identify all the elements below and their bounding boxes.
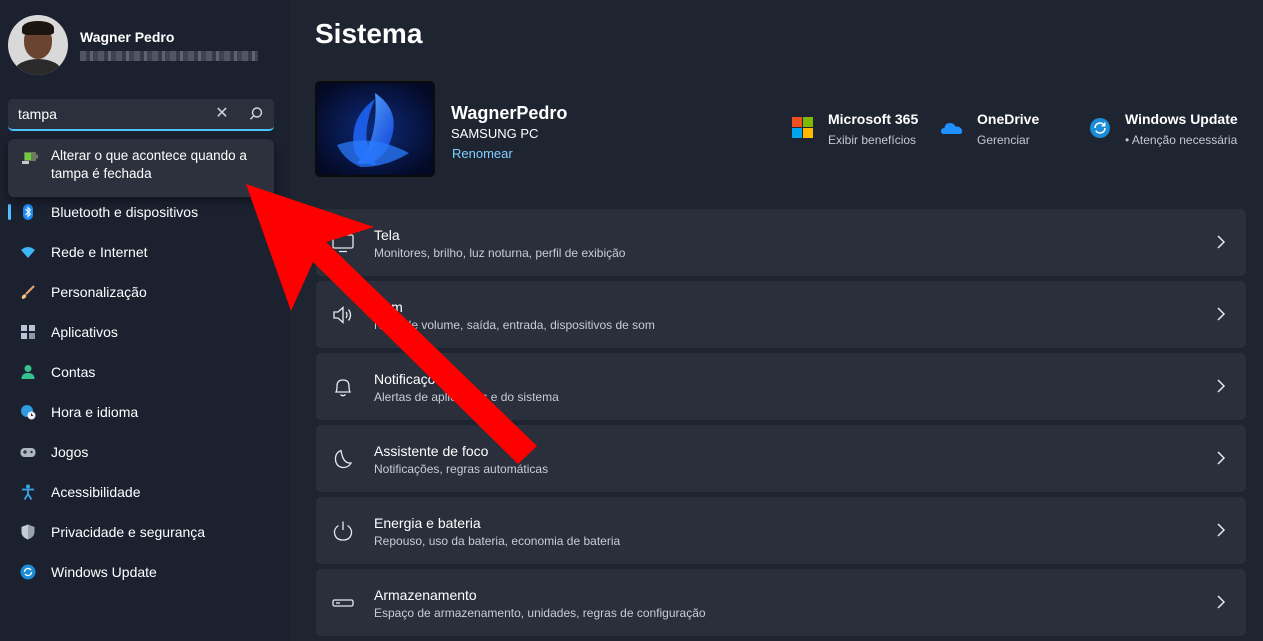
bell-icon: [332, 376, 354, 398]
quick-link-subtitle: • Atenção necessária: [1125, 133, 1238, 147]
settings-card-power-battery[interactable]: Energia e bateria Repouso, uso da bateri…: [316, 497, 1246, 564]
search-icon[interactable]: [246, 104, 266, 124]
card-title: Armazenamento: [374, 587, 477, 603]
card-subtitle: Repouso, uso da bateria, economia de bat…: [374, 534, 621, 548]
sidebar-item-label: Rede e Internet: [51, 244, 148, 260]
device-name: WagnerPedro: [451, 103, 568, 123]
sidebar-item-accessibility[interactable]: Acessibilidade: [8, 472, 282, 512]
rename-link[interactable]: Renomear: [452, 146, 513, 161]
card-subtitle: Nível de volume, saída, entrada, disposi…: [374, 318, 655, 332]
sidebar: Wagner Pedro ✕ Alterar o que acontece qu…: [0, 0, 290, 641]
cloud-icon: [941, 117, 963, 139]
quick-link-title: Windows Update: [1125, 111, 1238, 127]
quick-link-subtitle: Exibir benefícios: [828, 133, 917, 147]
power-icon: [332, 520, 354, 542]
sidebar-nav: Bluetooth e dispositivos Rede e Internet…: [8, 192, 282, 592]
chevron-right-icon: [1216, 523, 1226, 537]
search-input[interactable]: [8, 99, 218, 129]
profile-name: Wagner Pedro: [80, 29, 175, 45]
monitor-icon: [332, 232, 354, 254]
sidebar-item-network[interactable]: Rede e Internet: [8, 232, 282, 272]
sidebar-item-label: Aplicativos: [51, 324, 118, 340]
user-profile[interactable]: Wagner Pedro: [8, 15, 258, 75]
bluetooth-icon: [20, 204, 36, 220]
card-title: Tela: [374, 227, 400, 243]
microsoft-logo-icon: [792, 117, 814, 139]
person-icon: [20, 364, 36, 380]
wifi-icon: [20, 244, 36, 260]
close-icon[interactable]: ✕: [213, 105, 231, 123]
chevron-right-icon: [1216, 379, 1226, 393]
settings-card-focus-assist[interactable]: Assistente de foco Notificações, regras …: [316, 425, 1246, 492]
chevron-right-icon: [1216, 307, 1226, 321]
card-subtitle: Monitores, brilho, luz noturna, perfil d…: [374, 246, 626, 260]
sidebar-item-label: Contas: [51, 364, 96, 380]
card-subtitle: Notificações, regras automáticas: [374, 462, 549, 476]
sidebar-item-apps[interactable]: Aplicativos: [8, 312, 282, 352]
battery-settings-icon: [22, 148, 40, 166]
search-suggestion[interactable]: Alterar o que acontece quando a tampa é …: [8, 139, 274, 197]
card-subtitle: Espaço de armazenamento, unidades, regra…: [374, 606, 706, 620]
avatar: [8, 15, 68, 75]
quick-link-title: OneDrive: [977, 111, 1040, 127]
device-model: SAMSUNG PC: [451, 126, 539, 141]
sidebar-item-time-language[interactable]: Hora e idioma: [8, 392, 282, 432]
card-subtitle: Alertas de aplicativos e do sistema: [374, 390, 559, 404]
quick-link-microsoft365[interactable]: Microsoft 365 Exibir benefícios: [792, 111, 918, 147]
sidebar-item-gaming[interactable]: Jogos: [8, 432, 282, 472]
chevron-right-icon: [1216, 451, 1226, 465]
sidebar-item-privacy[interactable]: Privacidade e segurança: [8, 512, 282, 552]
card-title: Notificações: [374, 371, 451, 387]
suggestion-label: Alterar o que acontece quando a tampa é …: [51, 148, 247, 181]
chevron-right-icon: [1216, 595, 1226, 609]
quick-link-onedrive[interactable]: OneDrive Gerenciar: [941, 111, 1039, 147]
update-icon: [1089, 117, 1111, 139]
speaker-icon: [332, 304, 354, 326]
moon-icon: [332, 448, 354, 470]
sidebar-item-label: Personalização: [51, 284, 147, 300]
sidebar-item-personalization[interactable]: Personalização: [8, 272, 282, 312]
card-title: Energia e bateria: [374, 515, 481, 531]
accessibility-icon: [20, 484, 36, 500]
page-title: Sistema: [315, 18, 423, 49]
sidebar-item-label: Hora e idioma: [51, 404, 139, 420]
settings-card-display[interactable]: Tela Monitores, brilho, luz noturna, per…: [316, 209, 1246, 276]
sidebar-item-label: Windows Update: [51, 564, 157, 580]
selection-indicator: [8, 204, 11, 220]
sidebar-item-label: Bluetooth e dispositivos: [51, 204, 199, 220]
search-box: ✕: [8, 99, 274, 131]
chevron-right-icon: [1216, 235, 1226, 249]
settings-card-storage[interactable]: Armazenamento Espaço de armazenamento, u…: [316, 569, 1246, 636]
sidebar-item-accounts[interactable]: Contas: [8, 352, 282, 392]
shield-icon: [20, 524, 36, 540]
sidebar-item-label: Jogos: [51, 444, 89, 460]
card-title: Assistente de foco: [374, 443, 489, 459]
gamepad-icon: [20, 444, 36, 460]
sidebar-item-windows-update[interactable]: Windows Update: [8, 552, 282, 592]
quick-link-windows-update[interactable]: Windows Update • Atenção necessária: [1089, 111, 1238, 147]
sidebar-item-bluetooth[interactable]: Bluetooth e dispositivos: [8, 192, 282, 232]
profile-email-redacted: [80, 51, 258, 61]
apps-icon: [20, 324, 36, 340]
settings-card-notifications[interactable]: Notificações Alertas de aplicativos e do…: [316, 353, 1246, 420]
wallpaper-thumbnail: [315, 81, 435, 177]
settings-card-sound[interactable]: Som Nível de volume, saída, entrada, dis…: [316, 281, 1246, 348]
quick-link-subtitle: Gerenciar: [977, 133, 1030, 147]
quick-link-title: Microsoft 365: [828, 111, 919, 127]
globe-clock-icon: [20, 404, 36, 420]
drive-icon: [332, 592, 354, 614]
sidebar-item-label: Acessibilidade: [51, 484, 141, 500]
brush-icon: [20, 284, 36, 300]
sidebar-item-label: Privacidade e segurança: [51, 524, 206, 540]
card-title: Som: [374, 299, 403, 315]
update-icon: [20, 564, 36, 580]
